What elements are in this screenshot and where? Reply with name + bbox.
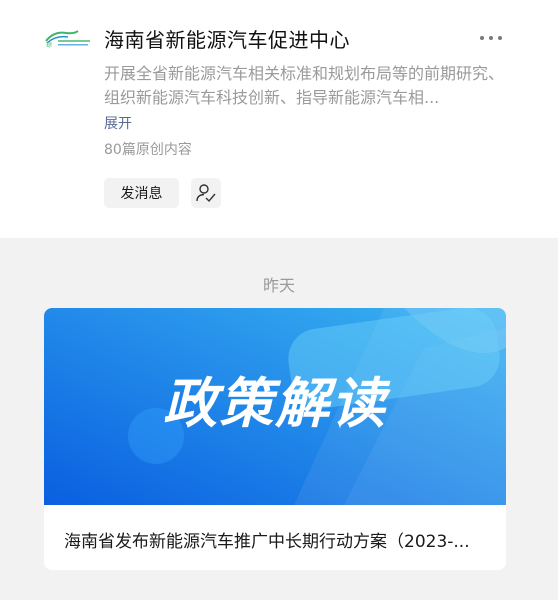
account-name[interactable]: 海南省新能源汽车促进中心 <box>104 24 350 53</box>
article-count: 80篇原创内容 <box>104 142 192 158</box>
user-check-icon <box>196 184 216 203</box>
date-label: 昨天 <box>262 276 295 295</box>
dot-icon <box>480 36 484 40</box>
article-feed: 昨天 政策解读 海南省发布新能源汽车推广中长期行动方案（2023-... <box>0 238 558 600</box>
org-logo-icon: 琼 <box>45 30 90 49</box>
expand-link[interactable]: 展开 <box>104 113 132 133</box>
cover-title: 政策解读 <box>163 372 391 435</box>
send-message-button[interactable]: 发消息 <box>104 178 179 208</box>
dot-icon <box>498 36 502 40</box>
article-title[interactable]: 海南省发布新能源汽车推广中长期行动方案（2023-... <box>64 527 486 552</box>
account-header: 琼 海南省新能源汽车促进中心 开展全省新能源汽车相关标准和规划布局等的前期研究、… <box>0 0 558 238</box>
dot-icon <box>489 36 493 40</box>
more-options-button[interactable] <box>476 26 506 50</box>
account-description: 开展全省新能源汽车相关标准和规划布局等的前期研究、组织新能源汽车科技创新、指导新… <box>104 64 505 107</box>
article-cover-image: 政策解读 <box>44 308 506 505</box>
follow-settings-button[interactable] <box>191 178 221 208</box>
article-card[interactable]: 政策解读 海南省发布新能源汽车推广中长期行动方案（2023-... <box>44 308 506 570</box>
svg-text:琼: 琼 <box>46 41 52 49</box>
